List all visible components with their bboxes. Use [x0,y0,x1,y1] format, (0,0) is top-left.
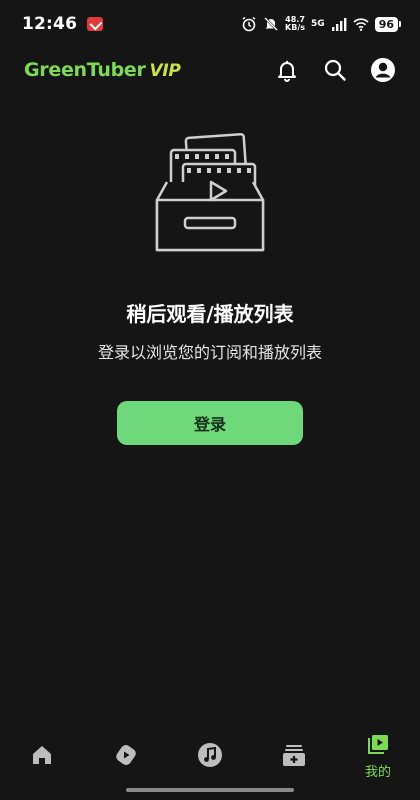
notifications-button[interactable] [274,57,300,83]
music-icon [198,743,222,767]
net-speed-unit: KB/s [285,23,306,32]
account-button[interactable] [370,57,396,83]
app-bar: GreenTuber VIP [0,48,420,92]
subscriptions-icon [283,745,305,766]
home-icon [33,746,51,764]
nav-item-music[interactable] [175,742,245,768]
wifi-icon [353,18,369,31]
bell-icon [278,61,296,82]
net-speed: 48.7 KB/s [285,16,305,32]
status-bar: 12:46 48.7 KB/s 5G 96 [0,0,420,48]
logo-vip: VIP [149,61,181,81]
search-icon [324,59,346,81]
mute-icon [264,17,278,31]
empty-subtitle: 登录以浏览您的订阅和播放列表 [97,343,322,362]
empty-state: 稍后观看/播放列表 登录以浏览您的订阅和播放列表 登录 [0,130,420,445]
nav-label-library: 我的 [364,764,391,780]
status-time: 12:46 [22,14,78,34]
bottom-nav: 我的 [0,724,420,786]
battery-level: 96 [374,16,402,32]
search-button[interactable] [322,57,348,83]
empty-title: 稍后观看/播放列表 [126,302,294,326]
nav-item-home[interactable] [7,742,77,768]
app-logo: GreenTuber VIP [24,59,181,81]
home-indicator[interactable] [126,788,294,792]
video-archive-icon [155,132,265,252]
logo-brand: GreenTuber [24,59,146,81]
nav-item-subscriptions[interactable] [259,742,329,768]
alarm-icon [242,16,256,32]
account-icon [371,58,395,82]
login-button[interactable]: 登录 [117,401,303,445]
library-icon [368,734,388,754]
nav-item-shorts[interactable] [91,742,161,768]
signal-icon [331,18,347,31]
nav-item-library[interactable]: 我的 [343,731,413,780]
shorts-icon [116,745,136,765]
network-type: 5G [311,19,325,29]
notification-app-icon [87,17,104,31]
